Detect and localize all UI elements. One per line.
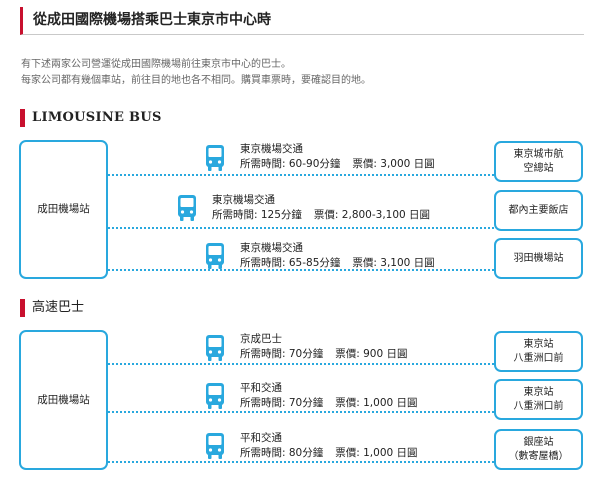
intro-line-2: 每家公司都有幾個車站，前往目的地也各不相同。購買車票時，要確認目的地。 xyxy=(21,75,371,86)
route-info: 所需時間: 80分鐘 票價: 1,000 日圓 xyxy=(240,446,418,460)
bus-icon xyxy=(206,145,224,171)
route-company-name: 平和交通 xyxy=(240,432,282,444)
bus-icon xyxy=(206,433,224,459)
destination-line-2: 空總站 xyxy=(523,162,554,174)
route-line xyxy=(108,363,494,365)
intro-text: 有下述兩家公司營運從成田國際機場前往東京市中心的巴士。 每家公司都有幾個車站，前… xyxy=(21,57,581,89)
route-time: 所需時間: 80分鐘 xyxy=(240,447,324,459)
route-company-name: 京成巴士 xyxy=(240,333,282,345)
route-fare: 票價: 1,000 日圓 xyxy=(335,397,418,409)
route-time: 所需時間: 125分鐘 xyxy=(212,209,302,221)
route-info: 所需時間: 125分鐘 票價: 2,800-3,100 日圓 xyxy=(212,208,430,222)
origin-station-label: 成田機場站 xyxy=(37,203,90,215)
route-fare: 票價: 3,000 日圓 xyxy=(352,158,435,170)
route-company-name: 東京機場交通 xyxy=(212,194,275,206)
destination-box: 東京站 八重洲口前 xyxy=(494,379,583,420)
destination-line-1: 羽田機場站 xyxy=(513,252,564,264)
origin-station-box: 成田機場站 xyxy=(19,330,108,470)
bus-icon xyxy=(206,383,224,409)
route-fare: 票價: 900 日圓 xyxy=(335,348,408,360)
bus-icon xyxy=(206,335,224,361)
route-company-name: 東京機場交通 xyxy=(240,242,303,254)
section-title-limousine-bus: LIMOUSINE BUS xyxy=(20,109,162,127)
destination-line-1: 東京站 xyxy=(523,338,554,350)
route-info: 所需時間: 70分鐘 票價: 1,000 日圓 xyxy=(240,396,418,410)
bus-icon xyxy=(178,195,196,221)
route-info: 所需時間: 65-85分鐘 票價: 3,100 日圓 xyxy=(240,256,435,270)
route-info: 所需時間: 70分鐘 票價: 900 日圓 xyxy=(240,347,408,361)
destination-box: 東京站 八重洲口前 xyxy=(494,331,583,372)
destination-box: 銀座站 （數寄屋橋） xyxy=(494,429,583,470)
page-header: 從成田國際機場搭乘巴士東京市中心時 xyxy=(20,7,584,35)
route-line xyxy=(108,227,494,229)
destination-line-2: 八重洲口前 xyxy=(513,352,564,364)
destination-line-1: 都內主要飯店 xyxy=(508,204,569,216)
route-company-name: 平和交通 xyxy=(240,382,282,394)
page-title: 從成田國際機場搭乘巴士東京市中心時 xyxy=(33,12,271,28)
route-fare: 票價: 3,100 日圓 xyxy=(352,257,435,269)
route-time: 所需時間: 60-90分鐘 xyxy=(240,158,341,170)
route-time: 所需時間: 70分鐘 xyxy=(240,397,324,409)
destination-line-2: 八重洲口前 xyxy=(513,400,564,412)
route-line xyxy=(108,461,494,463)
intro-line-1: 有下述兩家公司營運從成田國際機場前往東京市中心的巴士。 xyxy=(21,59,291,70)
route-fare: 票價: 1,000 日圓 xyxy=(335,447,418,459)
destination-box: 東京城市航 空總站 xyxy=(494,141,583,182)
origin-station-box: 成田機場站 xyxy=(19,140,108,279)
destination-line-1: 東京城市航 xyxy=(513,148,564,160)
destination-box: 都內主要飯店 xyxy=(494,190,583,231)
destination-line-2: （數寄屋橋） xyxy=(508,450,569,462)
destination-line-1: 東京站 xyxy=(523,386,554,398)
route-time: 所需時間: 70分鐘 xyxy=(240,348,324,360)
bus-icon xyxy=(206,243,224,269)
route-info: 所需時間: 60-90分鐘 票價: 3,000 日圓 xyxy=(240,157,435,171)
destination-box: 羽田機場站 xyxy=(494,238,583,279)
destination-line-1: 銀座站 xyxy=(523,436,554,448)
route-line xyxy=(108,411,494,413)
section-title-highway-bus: 高速巴士 xyxy=(20,299,84,317)
route-line xyxy=(108,174,494,176)
route-company-name: 東京機場交通 xyxy=(240,143,303,155)
origin-station-label: 成田機場站 xyxy=(37,393,90,406)
route-time: 所需時間: 65-85分鐘 xyxy=(240,257,341,269)
route-fare: 票價: 2,800-3,100 日圓 xyxy=(313,209,431,221)
